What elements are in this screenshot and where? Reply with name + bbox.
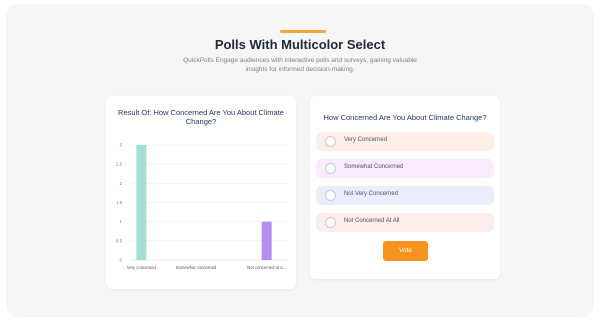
poll-card: How Concerned Are You About Climate Chan… (310, 96, 500, 279)
page-subtitle: QuickPolls Engage audiences with interac… (183, 57, 417, 73)
results-card: Result Of: How Concerned Are You About C… (106, 96, 296, 289)
x-tick-label: Somewhat concerned (176, 265, 217, 270)
option-not-very-concerned[interactable]: Not Very Concerned (316, 186, 494, 205)
y-tick-label: 2.5 (116, 162, 122, 167)
poll-question: How Concerned Are You About Climate Chan… (323, 113, 487, 122)
radio-button[interactable] (325, 190, 336, 201)
option-label: Not Very Concerned (344, 191, 399, 197)
option-label: Somewhat Concerned (344, 164, 404, 170)
results-chart: 0 0.5 1 1.5 2 2.5 3 Very concerned Somewhat conc… (116, 143, 288, 270)
y-tick-label: 1 (120, 219, 123, 224)
option-label: Very Concerned (344, 137, 388, 143)
radio-button[interactable] (325, 217, 336, 228)
radio-button[interactable] (325, 163, 336, 174)
option-very-concerned[interactable]: Very Concerned (316, 132, 494, 151)
y-tick-label: 2 (120, 181, 123, 186)
y-tick-label: 3 (120, 143, 123, 148)
page-title: Polls With Multicolor Select (214, 37, 386, 52)
bar (136, 145, 147, 260)
option-not-concerned-at-all[interactable]: Not Concerned At All (316, 213, 494, 232)
accent-bar (280, 30, 326, 33)
y-tick-label: 0 (120, 258, 123, 263)
bar (261, 221, 272, 260)
x-tick-label: Very concerned (127, 265, 157, 270)
option-somewhat-concerned[interactable]: Somewhat Concerned (316, 159, 494, 178)
x-tick-label: Not concerned at a... (247, 265, 286, 270)
vote-button[interactable]: Vote (383, 241, 428, 261)
y-tick-label: 1.5 (116, 200, 122, 205)
option-label: Not Concerned At All (344, 218, 400, 224)
y-tick-label: 0.5 (116, 238, 122, 243)
radio-button[interactable] (325, 136, 336, 147)
